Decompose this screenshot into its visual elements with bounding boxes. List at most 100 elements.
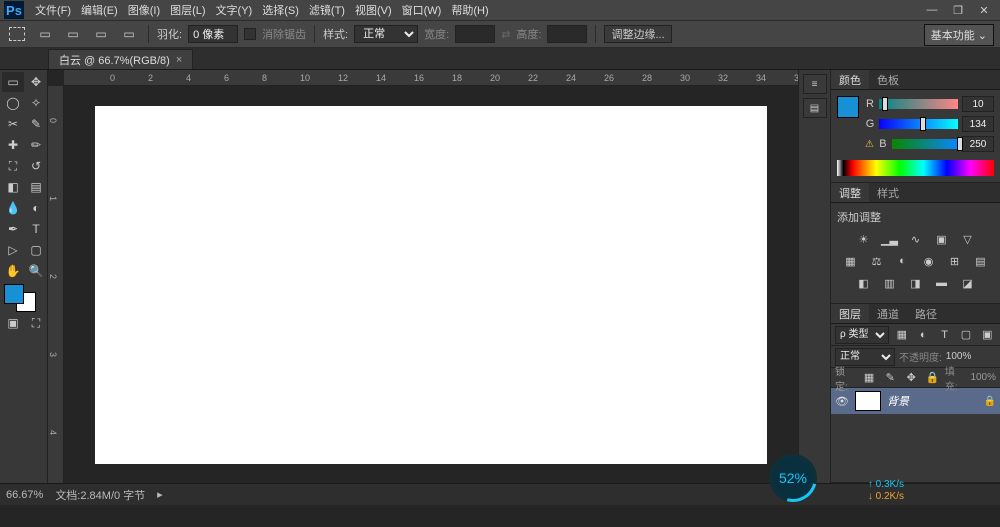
color-spectrum[interactable] bbox=[837, 160, 994, 176]
threshold-icon[interactable]: ◨ bbox=[907, 275, 925, 291]
style-select[interactable]: 正常 bbox=[354, 25, 418, 43]
minimize-button[interactable]: — bbox=[920, 2, 944, 18]
filter-smart-icon[interactable]: ▣ bbox=[979, 327, 996, 343]
tab-adjustments[interactable]: 调整 bbox=[831, 183, 869, 202]
opacity-value[interactable]: 100% bbox=[946, 351, 972, 362]
bw-icon[interactable]: ◐ bbox=[894, 253, 912, 269]
tab-paths[interactable]: 路径 bbox=[907, 304, 945, 323]
menu-layer[interactable]: 图层(L) bbox=[165, 0, 210, 20]
b-slider[interactable] bbox=[892, 139, 958, 149]
lock-paint-icon[interactable]: ✎ bbox=[882, 370, 899, 386]
lock-all-icon[interactable]: 🔒 bbox=[924, 370, 941, 386]
doc-info[interactable]: 文档:2.84M/0 字节 bbox=[55, 487, 145, 503]
fg-color-swatch[interactable] bbox=[4, 284, 24, 304]
lasso-tool[interactable]: ◯ bbox=[2, 93, 24, 113]
shape-tool[interactable]: ▢ bbox=[25, 240, 47, 260]
menu-filter[interactable]: 滤镜(T) bbox=[304, 0, 350, 20]
menu-edit[interactable]: 编辑(E) bbox=[76, 0, 123, 20]
close-button[interactable]: ✕ bbox=[972, 2, 996, 18]
healing-tool[interactable]: ✚ bbox=[2, 135, 24, 155]
tab-color[interactable]: 颜色 bbox=[831, 70, 869, 89]
menu-type[interactable]: 文字(Y) bbox=[211, 0, 258, 20]
tab-channels[interactable]: 通道 bbox=[869, 304, 907, 323]
ruler-vertical[interactable]: 0 1 2 3 4 bbox=[48, 86, 64, 483]
eraser-tool[interactable]: ◧ bbox=[2, 177, 24, 197]
filter-shape-icon[interactable]: ▢ bbox=[957, 327, 974, 343]
zoom-value[interactable]: 66.67% bbox=[6, 489, 43, 501]
layer-name[interactable]: 背景 bbox=[887, 393, 909, 409]
visibility-icon[interactable]: 👁 bbox=[835, 395, 849, 408]
canvas-viewport[interactable] bbox=[64, 86, 798, 483]
lock-trans-icon[interactable]: ▦ bbox=[861, 370, 878, 386]
menu-help[interactable]: 帮助(H) bbox=[446, 0, 493, 20]
filter-type-icon[interactable]: T bbox=[936, 327, 953, 343]
eyedropper-tool[interactable]: ✎ bbox=[25, 114, 47, 134]
tool-preset-icon[interactable] bbox=[6, 24, 28, 44]
vibrance-icon[interactable]: ▽ bbox=[959, 231, 977, 247]
workspace-switcher[interactable]: 基本功能 ⌄ bbox=[924, 24, 994, 46]
mixer-icon[interactable]: ⊞ bbox=[946, 253, 964, 269]
layer-row[interactable]: 👁 背景 🔒 bbox=[831, 388, 1000, 414]
filter-pixel-icon[interactable]: ▦ bbox=[893, 327, 910, 343]
screenmode-tool[interactable]: ⛶ bbox=[25, 313, 47, 333]
layer-thumbnail[interactable] bbox=[855, 391, 881, 411]
posterize-icon[interactable]: ▥ bbox=[881, 275, 899, 291]
tab-layers[interactable]: 图层 bbox=[831, 304, 869, 323]
gradient-tool[interactable]: ▤ bbox=[25, 177, 47, 197]
brush-tool[interactable]: ✏ bbox=[25, 135, 47, 155]
lookup-icon[interactable]: ▤ bbox=[972, 253, 990, 269]
color-swatches[interactable] bbox=[2, 282, 47, 312]
marquee-int-icon[interactable]: ▭ bbox=[118, 24, 140, 44]
layer-filter-select[interactable]: ρ 类型 bbox=[835, 326, 889, 344]
refine-edge-button[interactable]: 调整边缘... bbox=[604, 25, 671, 43]
b-input[interactable] bbox=[962, 136, 994, 152]
lock-pos-icon[interactable]: ✥ bbox=[903, 370, 920, 386]
restore-button[interactable]: ❐ bbox=[946, 2, 970, 18]
filter-adjust-icon[interactable]: ◐ bbox=[915, 327, 932, 343]
marquee-add-icon[interactable]: ▭ bbox=[62, 24, 84, 44]
stamp-tool[interactable]: ⛶ bbox=[2, 156, 24, 176]
move-tool[interactable]: ✥ bbox=[25, 72, 47, 92]
hand-tool[interactable]: ✋ bbox=[2, 261, 24, 281]
pen-tool[interactable]: ✒ bbox=[2, 219, 24, 239]
history-brush-tool[interactable]: ↺ bbox=[25, 156, 47, 176]
blur-tool[interactable]: 💧 bbox=[2, 198, 24, 218]
dodge-tool[interactable]: ◐ bbox=[25, 198, 47, 218]
curves-icon[interactable]: ∿ bbox=[907, 231, 925, 247]
g-input[interactable] bbox=[962, 116, 994, 132]
network-widget[interactable]: 52% bbox=[766, 451, 820, 505]
close-tab-icon[interactable]: × bbox=[176, 54, 182, 66]
menu-window[interactable]: 窗口(W) bbox=[397, 0, 447, 20]
r-input[interactable] bbox=[962, 96, 994, 112]
zoom-tool[interactable]: 🔍 bbox=[25, 261, 47, 281]
document-tab[interactable]: 白云 @ 66.7%(RGB/8) × bbox=[48, 49, 193, 69]
gradient-map-icon[interactable]: ▬ bbox=[933, 275, 951, 291]
menu-view[interactable]: 视图(V) bbox=[350, 0, 397, 20]
marquee-tool[interactable]: ▭ bbox=[2, 72, 24, 92]
ruler-horizontal[interactable]: 0 2 4 6 8 10 12 14 16 18 20 22 24 26 28 … bbox=[64, 70, 798, 86]
selective-icon[interactable]: ◪ bbox=[959, 275, 977, 291]
exposure-icon[interactable]: ▣ bbox=[933, 231, 951, 247]
tab-styles[interactable]: 样式 bbox=[869, 183, 907, 202]
hue-icon[interactable]: ▦ bbox=[842, 253, 860, 269]
menu-image[interactable]: 图像(I) bbox=[123, 0, 165, 20]
marquee-sub-icon[interactable]: ▭ bbox=[90, 24, 112, 44]
history-panel-icon[interactable]: ≡ bbox=[803, 74, 827, 94]
type-tool[interactable]: T bbox=[25, 219, 47, 239]
quickmask-tool[interactable]: ▣ bbox=[2, 313, 24, 333]
panel-fg-swatch[interactable] bbox=[837, 96, 859, 118]
canvas[interactable] bbox=[95, 106, 767, 464]
photo-filter-icon[interactable]: ◉ bbox=[920, 253, 938, 269]
r-slider[interactable] bbox=[879, 99, 958, 109]
gamut-warning-icon[interactable]: ⚠ bbox=[865, 139, 874, 150]
tab-swatches[interactable]: 色板 bbox=[869, 70, 907, 89]
invert-icon[interactable]: ◧ bbox=[855, 275, 873, 291]
marquee-rect-icon[interactable]: ▭ bbox=[34, 24, 56, 44]
fill-value[interactable]: 100% bbox=[970, 372, 996, 383]
path-select-tool[interactable]: ▷ bbox=[2, 240, 24, 260]
feather-input[interactable] bbox=[188, 25, 238, 43]
levels-icon[interactable]: ▁▃ bbox=[881, 231, 899, 247]
antialias-checkbox[interactable] bbox=[244, 28, 256, 40]
magic-wand-tool[interactable]: ✧ bbox=[25, 93, 47, 113]
g-slider[interactable] bbox=[879, 119, 958, 129]
